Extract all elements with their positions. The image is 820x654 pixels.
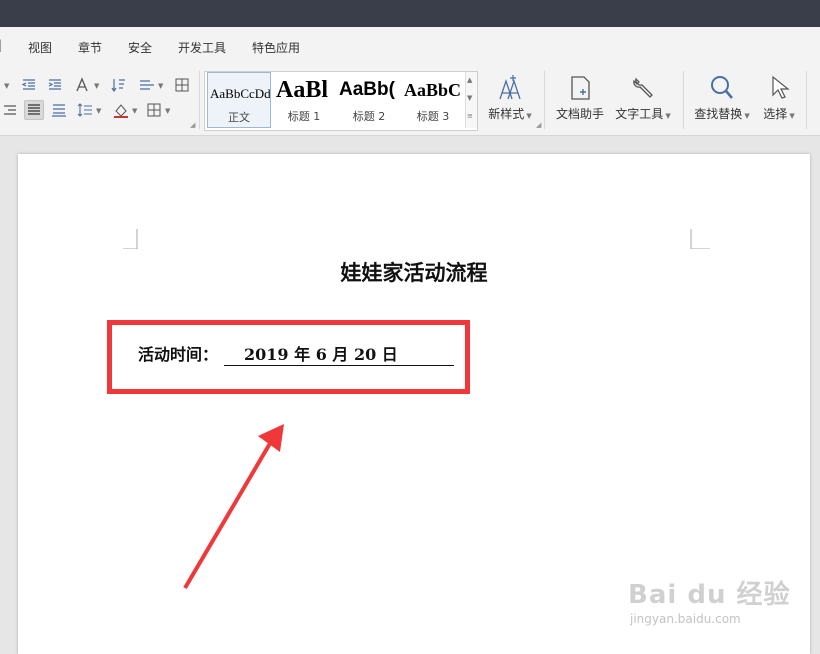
distributed-align-icon[interactable] bbox=[50, 101, 68, 119]
menu-bar: | 视图 章节 安全 开发工具 特色应用 bbox=[0, 27, 820, 65]
chevron-down-icon[interactable]: ▼ bbox=[132, 107, 137, 115]
table-icon[interactable] bbox=[145, 101, 163, 119]
text-tools-label: 文字工具 bbox=[615, 107, 664, 121]
doc-helper-button[interactable]: 文档助手 bbox=[552, 71, 608, 129]
highlight-box bbox=[107, 320, 470, 394]
crop-mark bbox=[123, 229, 138, 249]
tab-chapter[interactable]: 章节 bbox=[78, 39, 102, 56]
chevron-down-icon[interactable]: ▼ bbox=[467, 94, 472, 102]
style-name: 标题 3 bbox=[416, 110, 450, 123]
style-sample: AaBl bbox=[276, 77, 329, 103]
style-heading-3[interactable]: AaBbC 标题 3 bbox=[402, 72, 464, 128]
watermark-brand: Bai du 经验 bbox=[628, 580, 791, 610]
chevron-down-icon[interactable]: ▼ bbox=[4, 82, 9, 90]
tab-view[interactable]: 视图 bbox=[28, 39, 52, 56]
line-spacing-icon[interactable] bbox=[138, 76, 156, 94]
style-name: 正文 bbox=[228, 111, 250, 124]
cursor-arrow-icon bbox=[758, 73, 800, 101]
style-heading-1[interactable]: AaBl 标题 1 bbox=[272, 72, 336, 128]
style-name: 标题 1 bbox=[287, 110, 321, 123]
title-bar bbox=[0, 0, 820, 27]
shading-icon[interactable] bbox=[112, 101, 130, 119]
wrench-icon bbox=[612, 73, 674, 101]
expand-icon[interactable]: ≡ bbox=[467, 112, 473, 120]
separator bbox=[806, 71, 807, 129]
style-sample: AaBbCcDd bbox=[210, 86, 271, 101]
doc-helper-icon bbox=[552, 73, 608, 101]
tab-security[interactable]: 安全 bbox=[128, 39, 152, 56]
dialog-launcher-icon[interactable]: ◢ bbox=[190, 121, 195, 129]
select-label: 选择 bbox=[763, 107, 788, 121]
select-button[interactable]: 选择 ▼ bbox=[758, 71, 800, 129]
search-icon bbox=[690, 73, 754, 101]
style-sample: AaBbC bbox=[404, 80, 462, 100]
sort-icon[interactable] bbox=[110, 76, 128, 94]
chevron-down-icon[interactable]: ▼ bbox=[165, 107, 170, 115]
chevron-down-icon[interactable]: ▼ bbox=[96, 107, 101, 115]
dialog-launcher-icon[interactable]: ◢ bbox=[536, 121, 541, 129]
document-title[interactable]: 娃娃家活动流程 bbox=[18, 257, 810, 287]
increase-indent-icon[interactable] bbox=[46, 76, 64, 94]
find-replace-button[interactable]: 查找替换 ▼ bbox=[690, 71, 754, 129]
ribbon-toolbar: ▼ ▼ ▼ ▼ ▼ ▼ ◢ AaBbCcDd 正文 AaBl 标题 1 AaBb… bbox=[0, 65, 820, 136]
styles-gallery: AaBbCcDd 正文 AaBl 标题 1 AaBb( 标题 2 AaBbC 标… bbox=[204, 71, 478, 131]
tab-special-apps[interactable]: 特色应用 bbox=[252, 39, 300, 56]
separator bbox=[544, 71, 545, 129]
style-heading-2[interactable]: AaBb( 标题 2 bbox=[337, 72, 401, 128]
crop-mark bbox=[690, 229, 710, 249]
decrease-indent-icon[interactable] bbox=[20, 76, 38, 94]
new-style-button[interactable]: 新样式 ▼ bbox=[484, 71, 536, 129]
text-tools-button[interactable]: 文字工具 ▼ bbox=[612, 71, 674, 129]
tab-developer-tools[interactable]: 开发工具 bbox=[178, 39, 226, 56]
new-style-label: 新样式 bbox=[488, 107, 525, 121]
watermark: Bai du 经验 jingyan.baidu.com bbox=[628, 574, 808, 634]
watermark-url: jingyan.baidu.com bbox=[630, 612, 741, 626]
style-sample: AaBb( bbox=[339, 79, 395, 100]
text-direction-icon[interactable] bbox=[74, 76, 92, 94]
menu-tab-partial[interactable]: | bbox=[0, 38, 2, 52]
align-right-icon[interactable] bbox=[0, 101, 18, 119]
paragraph-spacing-icon[interactable] bbox=[76, 101, 94, 119]
find-replace-label: 查找替换 bbox=[694, 107, 743, 121]
gallery-scroll[interactable]: ▲ ▼ ≡ bbox=[465, 72, 477, 128]
chevron-down-icon[interactable]: ▼ bbox=[158, 82, 163, 90]
doc-helper-label: 文档助手 bbox=[555, 107, 604, 121]
chevron-up-icon[interactable]: ▲ bbox=[467, 76, 472, 84]
new-style-icon bbox=[484, 73, 536, 101]
separator bbox=[683, 71, 684, 129]
style-name: 标题 2 bbox=[352, 110, 386, 123]
borders-icon[interactable] bbox=[173, 76, 191, 94]
separator bbox=[199, 71, 200, 129]
chevron-down-icon[interactable]: ▼ bbox=[94, 82, 99, 90]
justify-align-icon[interactable] bbox=[24, 100, 44, 120]
style-normal[interactable]: AaBbCcDd 正文 bbox=[207, 72, 271, 128]
